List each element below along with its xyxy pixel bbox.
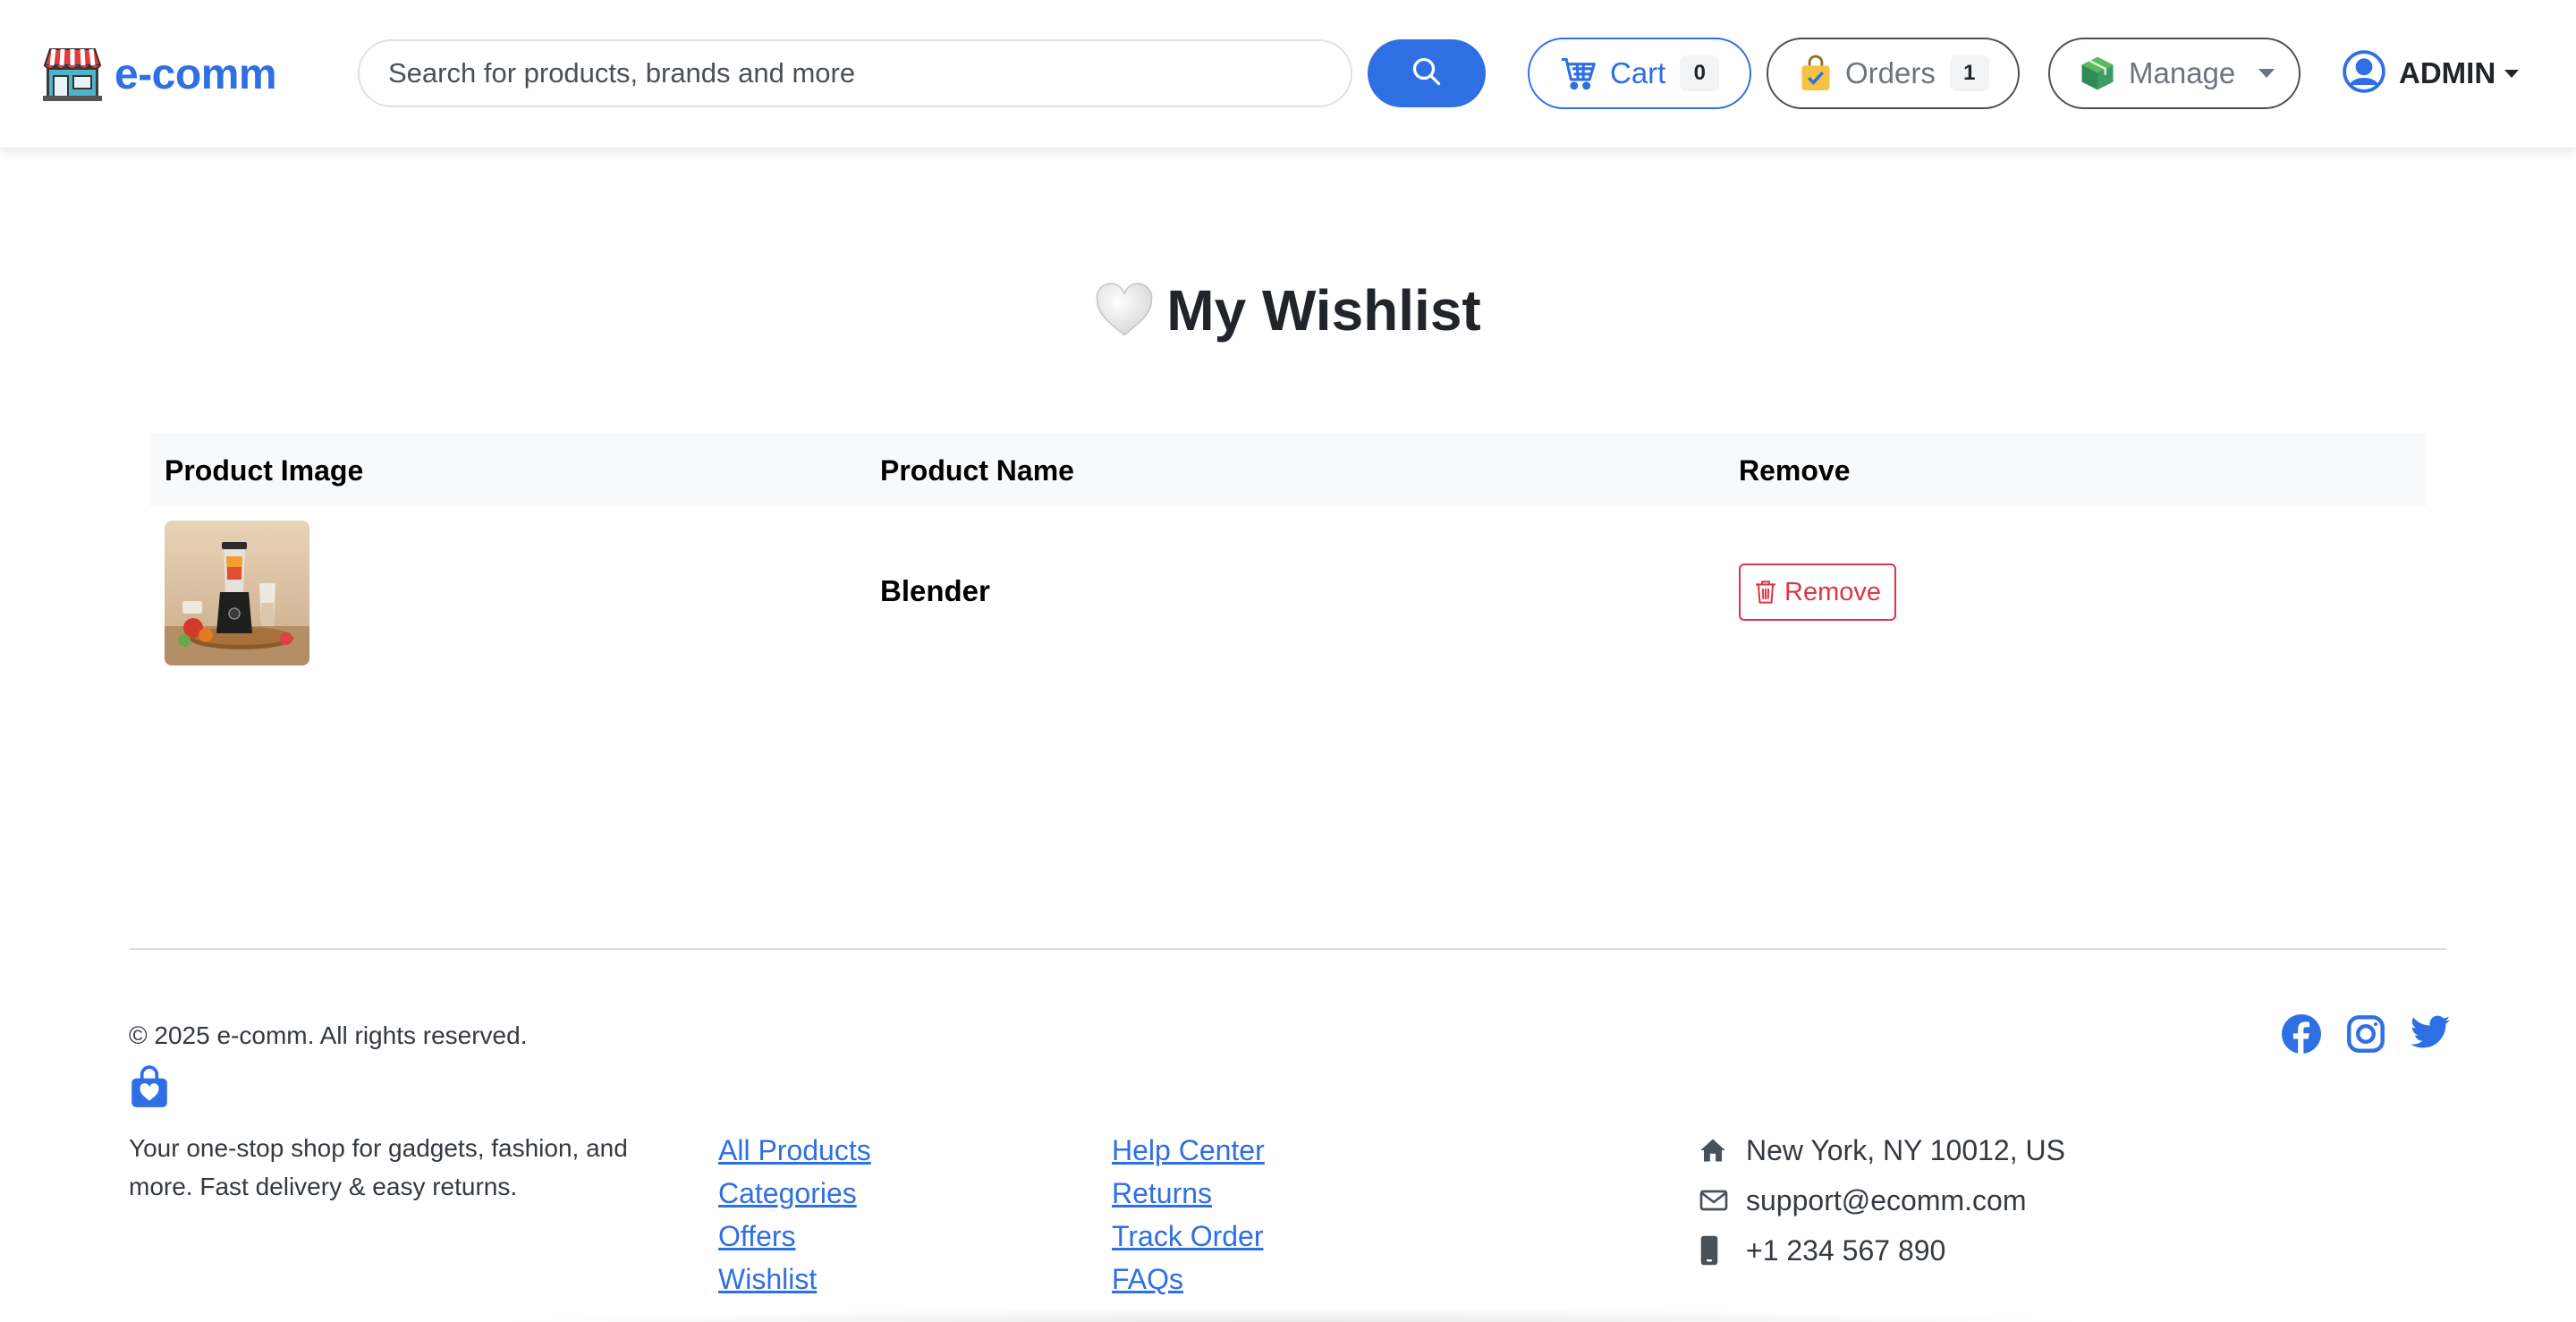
page-title-text: My Wishlist (1166, 278, 1481, 343)
table-header: Product Image Product Name Remove (150, 433, 2426, 506)
footer-link-categories[interactable]: Categories (718, 1172, 871, 1215)
facebook-icon[interactable] (2282, 1014, 2321, 1054)
table-row: Blender Remove (150, 506, 2426, 665)
cart-button[interactable]: Cart 0 (1528, 38, 1751, 109)
trash-icon (1754, 580, 1777, 605)
footer-link-faqs[interactable]: FAQs (1112, 1258, 1265, 1301)
footer-help-links: Help Center Returns Track Order FAQs (1112, 1129, 1265, 1301)
instagram-icon[interactable] (2346, 1014, 2385, 1054)
phone-icon (1699, 1235, 1733, 1266)
footer-link-wishlist[interactable]: Wishlist (718, 1258, 871, 1301)
copyright-text: © 2025 e-comm. All rights reserved. (129, 1021, 528, 1049)
footer-link-help-center[interactable]: Help Center (1112, 1129, 1265, 1172)
remove-label: Remove (1784, 577, 1881, 606)
bottom-shadow (465, 1308, 2111, 1322)
cart-label: Cart (1610, 56, 1666, 89)
cart-count-badge: 0 (1680, 55, 1720, 91)
contact-phone: +1 234 567 890 (1699, 1225, 2065, 1275)
twitter-icon[interactable] (2411, 1014, 2450, 1050)
orders-count-badge: 1 (1949, 55, 1989, 91)
brand-link[interactable]: e-comm (41, 45, 277, 104)
address-text: New York, NY 10012, US (1746, 1133, 2065, 1166)
envelope-icon (1699, 1190, 1733, 1211)
remove-button[interactable]: Remove (1739, 564, 1896, 621)
white-heart-icon (1095, 283, 1154, 338)
manage-dropdown[interactable]: Manage (2048, 38, 2301, 109)
shopping-bag-icon (1799, 55, 1833, 92)
contact-email: support@ecomm.com (1699, 1175, 2065, 1225)
column-header-image: Product Image (165, 454, 364, 487)
user-menu[interactable]: ADMIN (2342, 47, 2520, 100)
brand-name: e-comm (114, 50, 277, 98)
user-circle-icon (2342, 49, 2386, 98)
footer-tagline: Your one-stop shop for gadgets, fashion,… (129, 1134, 628, 1200)
wishlist-table: Product Image Product Name Remove Blende… (150, 433, 2426, 665)
chevron-down-icon (2258, 69, 2275, 78)
orders-label: Orders (1845, 56, 1936, 89)
footer-contact: New York, NY 10012, US support@ecomm.com… (1699, 1125, 2065, 1275)
page-title: My Wishlist (0, 277, 2576, 343)
product-name[interactable]: Blender (880, 574, 990, 608)
cart-icon (1560, 56, 1597, 90)
search-button[interactable] (1368, 39, 1486, 107)
box-icon (2079, 55, 2116, 92)
manage-label: Manage (2129, 56, 2236, 89)
user-name: ADMIN (2399, 56, 2496, 89)
home-icon (1699, 1138, 1733, 1163)
footer-link-returns[interactable]: Returns (1112, 1172, 1265, 1215)
email-text: support@ecomm.com (1746, 1183, 2027, 1216)
column-header-remove: Remove (1739, 454, 1851, 487)
storefront-icon (41, 46, 104, 103)
footer-divider (129, 948, 2447, 950)
footer-link-track-order[interactable]: Track Order (1112, 1215, 1265, 1258)
phone-text: +1 234 567 890 (1746, 1233, 1946, 1267)
chevron-down-icon (2504, 69, 2520, 78)
bag-heart-icon (129, 1064, 170, 1114)
product-image[interactable] (165, 521, 309, 665)
orders-button[interactable]: Orders 1 (1767, 38, 2020, 109)
search-icon (1411, 55, 1443, 92)
column-header-name: Product Name (880, 454, 1074, 487)
footer-link-all-products[interactable]: All Products (718, 1129, 871, 1172)
footer-link-offers[interactable]: Offers (718, 1215, 871, 1258)
navbar: e-comm Cart 0 Order (0, 0, 2576, 148)
search-input[interactable] (358, 39, 1352, 107)
footer-shop-links: All Products Categories Offers Wishlist (718, 1129, 871, 1301)
contact-address: New York, NY 10012, US (1699, 1125, 2065, 1175)
